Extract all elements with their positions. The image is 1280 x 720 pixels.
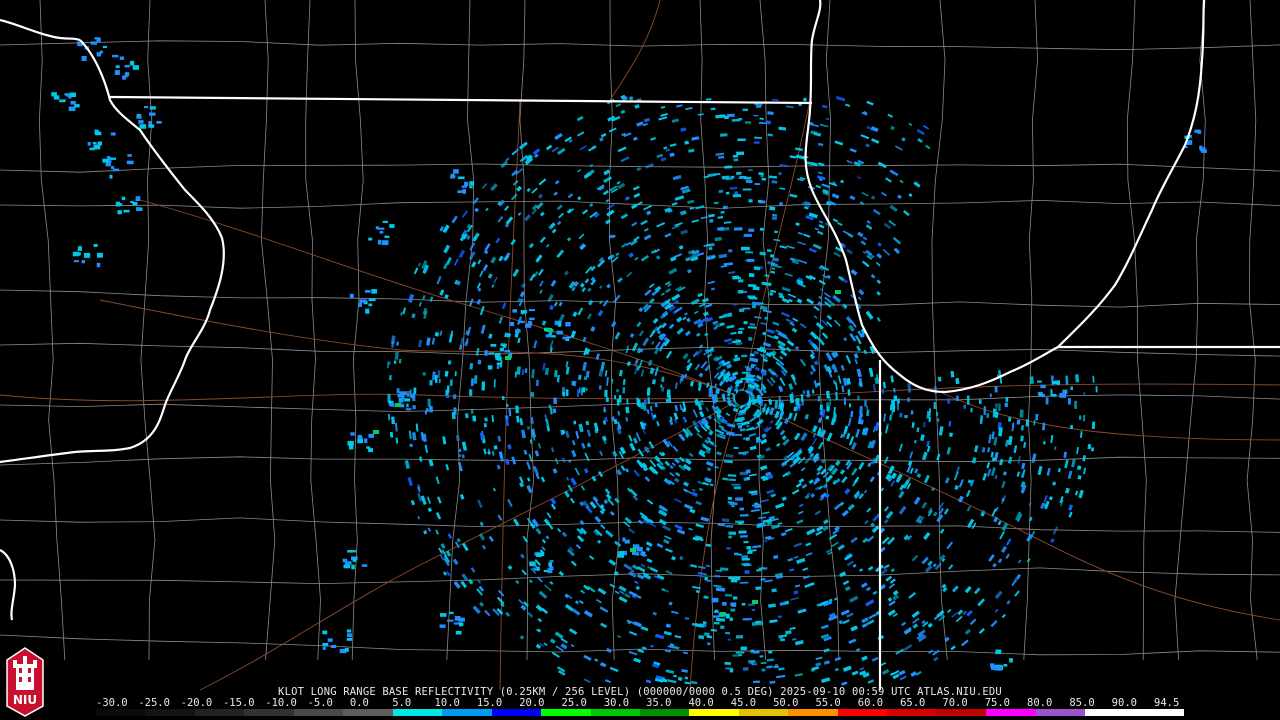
logo-text: NIU: [13, 693, 37, 707]
legend-label: 40.0: [688, 697, 714, 709]
color-bar-segment: [936, 709, 987, 716]
logo-tower: [16, 664, 34, 690]
legend-label: 15.0: [476, 697, 503, 709]
color-bar-segment: [689, 709, 739, 716]
legend-label: -25.0: [138, 697, 170, 709]
legend-label: 30.0: [603, 697, 630, 709]
color-bar-segment: [343, 709, 393, 716]
radar-map: [0, 0, 1280, 720]
color-bar-segment: [738, 709, 789, 716]
legend-label: 65.0: [900, 697, 926, 709]
legend-label: 10.0: [434, 697, 460, 709]
legend-label: 75.0: [984, 697, 1011, 709]
color-bar-segment: [491, 709, 542, 716]
radar-site-cone-of-silence: [735, 391, 749, 405]
color-bar-segment: [244, 709, 294, 716]
legend-label: -30.0: [96, 697, 128, 709]
legend-label: 85.0: [1069, 697, 1095, 709]
color-bar-segment: [145, 709, 195, 716]
legend-label: 60.0: [857, 697, 884, 709]
legend-label: -5.0: [307, 697, 333, 709]
color-bar-segment: [639, 709, 690, 716]
legend-label: -15.0: [222, 697, 255, 709]
color-bar-segment: [194, 709, 245, 716]
legend-label: 94.5: [1154, 697, 1180, 709]
legend-label: 70.0: [942, 697, 968, 709]
color-bar-segment: [1134, 709, 1184, 716]
reflectivity-color-bar: [96, 709, 1184, 716]
color-bar-segment: [986, 709, 1036, 716]
color-bar-segment: [1085, 709, 1135, 716]
legend-label: 55.0: [815, 697, 841, 709]
legend-label: -10.0: [265, 697, 297, 709]
color-bar-segment: [837, 709, 888, 716]
legend-label: 80.0: [1027, 697, 1053, 709]
legend-label: -20.0: [180, 697, 213, 709]
university-tower-logo: NIU: [6, 647, 44, 717]
legend-label: 20.0: [519, 697, 545, 709]
color-bar-segment: [442, 709, 492, 716]
color-bar-segment: [293, 709, 344, 716]
color-bar-segment: [541, 709, 591, 716]
legend-label: 25.0: [561, 697, 587, 709]
legend-label: 50.0: [773, 697, 799, 709]
legend-label: 90.0: [1111, 697, 1137, 709]
legend-labels: -30.0 -25.0 -20.0 -15.0 -10.0 -5.0 0.0 5.0 10.0 1…: [96, 697, 1196, 709]
legend-label: 35.0: [646, 697, 672, 709]
legend-label: 5.0: [392, 697, 412, 709]
color-bar-segment: [887, 709, 937, 716]
legend-label: 0.0: [349, 697, 369, 709]
color-bar-segment: [392, 709, 443, 716]
color-bar-segment: [96, 709, 146, 716]
color-bar-segment: [1035, 709, 1086, 716]
color-bar-segment: [590, 709, 640, 716]
legend-label: 45.0: [730, 697, 757, 709]
color-bar-segment: [788, 709, 838, 716]
